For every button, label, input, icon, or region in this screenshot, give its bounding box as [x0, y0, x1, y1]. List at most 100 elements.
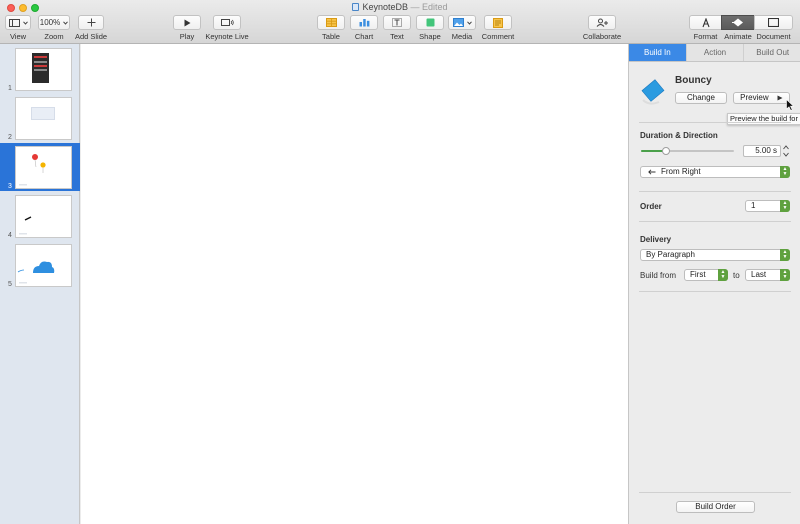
line-thumb [19, 216, 32, 235]
divider [639, 191, 791, 192]
play-control[interactable]: Play [173, 15, 201, 41]
view-control[interactable]: View [5, 15, 31, 41]
comment-button[interactable] [484, 15, 512, 30]
tab-build-out[interactable]: Build Out [744, 44, 800, 61]
media-label: Media [451, 32, 473, 41]
slide-preview [15, 195, 72, 238]
change-effect-button[interactable]: Change [675, 92, 727, 104]
collaborate-button[interactable] [588, 15, 616, 30]
play-icon [184, 19, 190, 26]
add-slide-control[interactable]: Add Slide [74, 15, 108, 41]
duration-field[interactable]: 5.00 s [743, 145, 781, 157]
keynote-live-label: Keynote Live [205, 32, 249, 41]
slide-number: 2 [8, 134, 12, 141]
play-label: Play [179, 32, 195, 41]
chart-button[interactable] [350, 15, 378, 30]
arrow-left-icon [648, 169, 656, 175]
build-order-button[interactable]: Build Order [676, 501, 755, 513]
slide-thumbnail-2[interactable]: 2 [0, 94, 80, 142]
text-icon [392, 18, 402, 27]
document-button[interactable] [754, 15, 793, 30]
table-button[interactable] [317, 15, 345, 30]
media-control[interactable]: Media [448, 15, 476, 41]
popup-arrows-icon: ▲ ▼ [780, 200, 790, 212]
shape-icon [426, 18, 434, 27]
table-control[interactable]: Table [317, 15, 345, 41]
comment-label: Comment [481, 32, 515, 41]
comment-control[interactable]: Comment [481, 15, 515, 41]
view-label: View [9, 32, 27, 41]
view-button[interactable] [5, 15, 31, 30]
sidebar-view-icon [8, 18, 20, 27]
shape-label: Shape [419, 32, 441, 41]
text-button[interactable] [383, 15, 411, 30]
slide-number: 4 [8, 232, 12, 239]
popup-arrows-icon: ▲ ▼ [718, 269, 728, 281]
tab-build-in[interactable]: Build In [629, 44, 687, 61]
delivery-title: Delivery [640, 235, 672, 244]
toolbar: KeynoteDB — Edited View 100% Zoom Add Sl… [0, 0, 800, 44]
chart-control[interactable]: Chart [350, 15, 378, 41]
slide-preview [15, 146, 72, 189]
tab-action[interactable]: Action [686, 44, 745, 61]
popup-arrows-icon: ▲ ▼ [780, 249, 790, 261]
delivery-popup[interactable]: By Paragraph ▲ ▼ [640, 249, 790, 261]
table-icon [325, 18, 337, 27]
build-from-popup[interactable]: First ▲ ▼ [684, 269, 728, 281]
slide-thumbnail-3[interactable]: 3 [0, 143, 80, 191]
add-slide-button[interactable] [78, 15, 104, 30]
media-button[interactable] [448, 15, 476, 30]
comment-icon [493, 17, 503, 28]
inspector-tabs: Build In Action Build Out [629, 44, 800, 62]
effect-name: Bouncy [675, 75, 712, 86]
preview-button[interactable]: Preview [733, 92, 790, 104]
duration-slider[interactable] [641, 147, 734, 155]
to-label: to [733, 271, 740, 280]
mouse-cursor-icon [786, 99, 794, 111]
bouncy-effect-icon [641, 79, 665, 105]
build-to-popup[interactable]: Last ▲ ▼ [745, 269, 790, 281]
slide-canvas[interactable] [81, 44, 628, 524]
text-control[interactable]: Text [383, 15, 411, 41]
slide-preview [15, 244, 72, 287]
duration-stepper[interactable] [782, 144, 790, 158]
animate-control[interactable]: Animate [721, 15, 755, 41]
cloud-thumb [17, 261, 55, 284]
keynote-live-button[interactable] [213, 15, 241, 30]
slide-thumbnail-5[interactable]: 5 [0, 241, 80, 289]
direction-value: From Right [661, 167, 701, 176]
shape-control[interactable]: Shape [416, 15, 444, 41]
slide-number: 3 [8, 183, 12, 190]
keynote-live-control[interactable]: Keynote Live [205, 15, 249, 41]
window-title: KeynoteDB — Edited [0, 2, 800, 12]
format-control[interactable]: Format [689, 15, 722, 41]
document-label: Document [756, 32, 791, 41]
slide-navigator[interactable]: 1 2 3 4 5 [0, 44, 80, 524]
zoom-select[interactable]: 100% [38, 15, 70, 30]
slide-thumbnail-1[interactable]: 1 [0, 45, 80, 93]
order-popup[interactable]: 1 ▲ ▼ [745, 200, 790, 212]
slide-thumbnail-4[interactable]: 4 [0, 192, 80, 240]
shape-button[interactable] [416, 15, 444, 30]
collaborate-control[interactable]: Collaborate [582, 15, 622, 41]
divider [639, 221, 791, 222]
duration-slider-knob[interactable] [662, 147, 670, 155]
animate-button[interactable] [721, 15, 755, 30]
direction-popup[interactable]: From Right ▲ ▼ [640, 166, 790, 178]
zoom-label: Zoom [44, 32, 64, 41]
chart-icon [359, 19, 369, 27]
collaborate-icon [596, 18, 608, 27]
zoom-control[interactable]: 100% Zoom [38, 15, 70, 41]
order-value: 1 [751, 201, 756, 210]
keynote-document-icon [352, 3, 360, 11]
animate-label: Animate [724, 32, 752, 41]
document-control[interactable]: Document [754, 15, 793, 41]
format-button[interactable] [689, 15, 722, 30]
preview-tooltip: Preview the build for t [727, 113, 800, 125]
build-from-label: Build from [640, 271, 677, 280]
divider [639, 122, 791, 123]
popup-arrows-icon: ▲ ▼ [780, 269, 790, 281]
slide-number: 5 [8, 281, 12, 288]
play-button[interactable] [173, 15, 201, 30]
document-icon [768, 18, 779, 27]
